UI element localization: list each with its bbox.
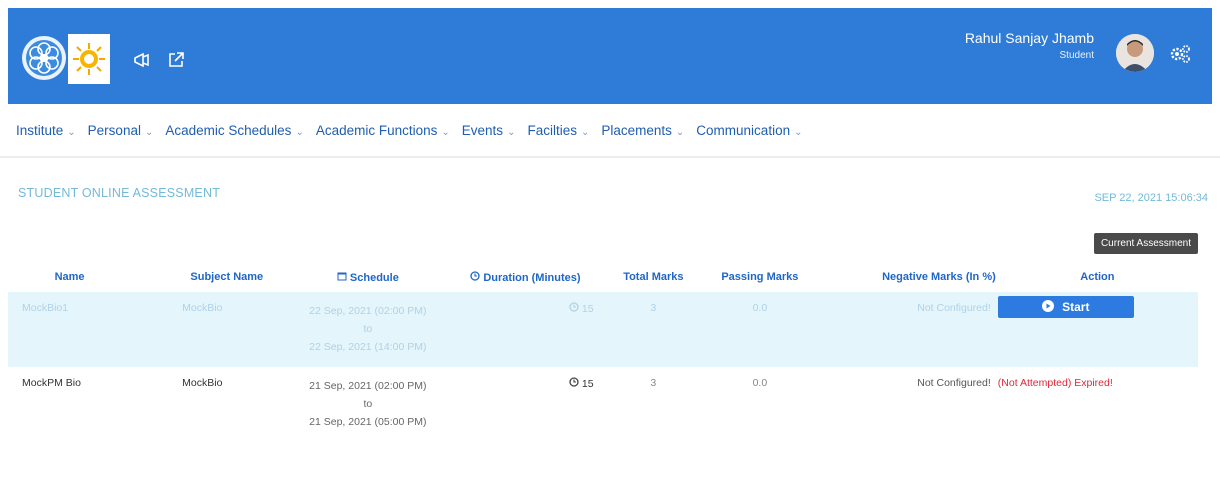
cell-schedule: 21 Sep, 2021 (02:00 PM) to 21 Sep, 2021 …	[292, 367, 443, 448]
nav-label: Institute	[16, 122, 64, 138]
clock-icon	[470, 270, 483, 284]
cell-schedule: 22 Sep, 2021 (02:00 PM) to 22 Sep, 2021 …	[292, 292, 444, 367]
col-negative-marks: Negative Marks (In %)	[882, 271, 996, 283]
nav-facilities[interactable]: Facilties ⌄	[527, 123, 589, 138]
nav-academic-functions[interactable]: Academic Functions ⌄	[316, 123, 450, 138]
announcement-icon[interactable]	[132, 50, 152, 70]
cell-total-marks: 3	[607, 292, 700, 367]
main-nav: Institute ⌄ Personal ⌄ Academic Schedules ⌄…	[0, 104, 1220, 158]
clock-icon	[569, 302, 582, 315]
cell-action: (Not Attempted) Expired!	[997, 367, 1198, 448]
chevron-down-icon: ⌄	[794, 126, 803, 138]
play-circle-icon	[1042, 299, 1055, 315]
cell-subject: MockBio	[132, 292, 293, 367]
current-datetime: SEP 22, 2021 15:06:34	[1094, 192, 1208, 204]
col-duration: Duration (Minutes)	[443, 262, 607, 292]
calendar-icon	[337, 272, 350, 284]
duration-value: 15	[581, 378, 594, 390]
cell-duration: 15	[443, 367, 607, 448]
cell-total-marks: 3	[650, 377, 657, 389]
institute-logo-icon[interactable]	[22, 36, 66, 80]
nav-communication[interactable]: Communication ⌄	[696, 123, 802, 138]
schedule-to-word: to	[363, 323, 373, 335]
nav-label: Academic Schedules	[165, 122, 292, 138]
cell-duration: 15	[443, 292, 608, 367]
avatar[interactable]	[1116, 34, 1154, 72]
cell-passing-marks: 0.0	[699, 292, 821, 367]
col-subject: Subject Name	[190, 271, 264, 283]
cell-passing-marks: 0.0	[752, 377, 768, 389]
schedule-to: 22 Sep, 2021 (14:00 PM)	[309, 341, 427, 353]
col-schedule: Schedule	[292, 262, 443, 292]
chevron-down-icon: ⌄	[441, 126, 450, 138]
nav-label: Events	[461, 122, 504, 138]
start-button[interactable]: Start	[997, 296, 1134, 318]
cell-name: MockBio1	[8, 292, 133, 367]
start-button-label: Start	[1062, 300, 1090, 314]
user-role: Student	[1059, 50, 1094, 61]
cell-subject: MockBio	[182, 377, 223, 389]
external-link-icon[interactable]	[166, 50, 186, 70]
assessment-table: Name Subject Name Schedule Duration (Min…	[8, 262, 1198, 448]
chevron-down-icon: ⌄	[67, 126, 76, 138]
schedule-from: 21 Sep, 2021 (02:00 PM)	[309, 380, 427, 392]
chevron-down-icon: ⌄	[144, 126, 154, 138]
schedule-from: 22 Sep, 2021 (02:00 PM)	[309, 305, 427, 317]
nav-label: Communication	[696, 122, 791, 138]
duration-value: 15	[581, 303, 594, 315]
page-title: STUDENT ONLINE ASSESSMENT	[18, 186, 221, 200]
current-assessment-button[interactable]: Current Assessment	[1093, 233, 1198, 254]
nav-placements[interactable]: Placements ⌄	[601, 123, 684, 138]
chevron-down-icon: ⌄	[295, 126, 304, 138]
cell-name: MockPM Bio	[22, 377, 81, 389]
schedule-to-word: to	[363, 398, 373, 410]
schedule-to: 21 Sep, 2021 (05:00 PM)	[309, 416, 427, 428]
table-row: MockBio1 MockBio 22 Sep, 2021 (02:00 PM)…	[8, 292, 1198, 367]
col-name: Name	[54, 271, 85, 283]
nav-institute[interactable]: Institute ⌄	[16, 123, 76, 138]
top-header-bar: Rahul Sanjay Jhamb Student	[8, 8, 1212, 104]
nav-label: Academic Functions	[315, 122, 438, 138]
col-passing-marks: Passing Marks	[721, 271, 799, 283]
chevron-down-icon: ⌄	[507, 126, 516, 138]
chevron-down-icon: ⌄	[580, 126, 590, 138]
cell-negative-marks: Not Configured!	[917, 377, 991, 389]
nav-personal[interactable]: Personal ⌄	[88, 123, 154, 138]
table-header-row: Name Subject Name Schedule Duration (Min…	[8, 262, 1198, 292]
table-row: MockPM Bio MockBio 21 Sep, 2021 (02:00 P…	[8, 367, 1198, 448]
duration-header-label: Duration (Minutes)	[483, 271, 581, 284]
chevron-down-icon: ⌄	[675, 126, 685, 138]
nav-academic-schedules[interactable]: Academic Schedules ⌄	[165, 123, 303, 138]
col-total-marks: Total Marks	[623, 271, 684, 283]
clock-icon	[569, 377, 582, 390]
nav-label: Personal	[87, 122, 141, 138]
settings-icon[interactable]	[1168, 42, 1192, 66]
nav-label: Facilties	[527, 122, 577, 138]
sun-logo-icon	[68, 34, 110, 84]
nav-label: Placements	[601, 122, 672, 138]
col-action: Action	[1080, 271, 1115, 283]
nav-events[interactable]: Events ⌄	[462, 123, 516, 138]
user-name: Rahul Sanjay Jhamb	[964, 30, 1094, 46]
schedule-header-label: Schedule	[349, 271, 399, 284]
cell-action: Start	[996, 292, 1198, 367]
cell-negative-marks: Not Configured!	[820, 292, 997, 367]
expired-status: (Not Attempted) Expired!	[997, 377, 1113, 389]
